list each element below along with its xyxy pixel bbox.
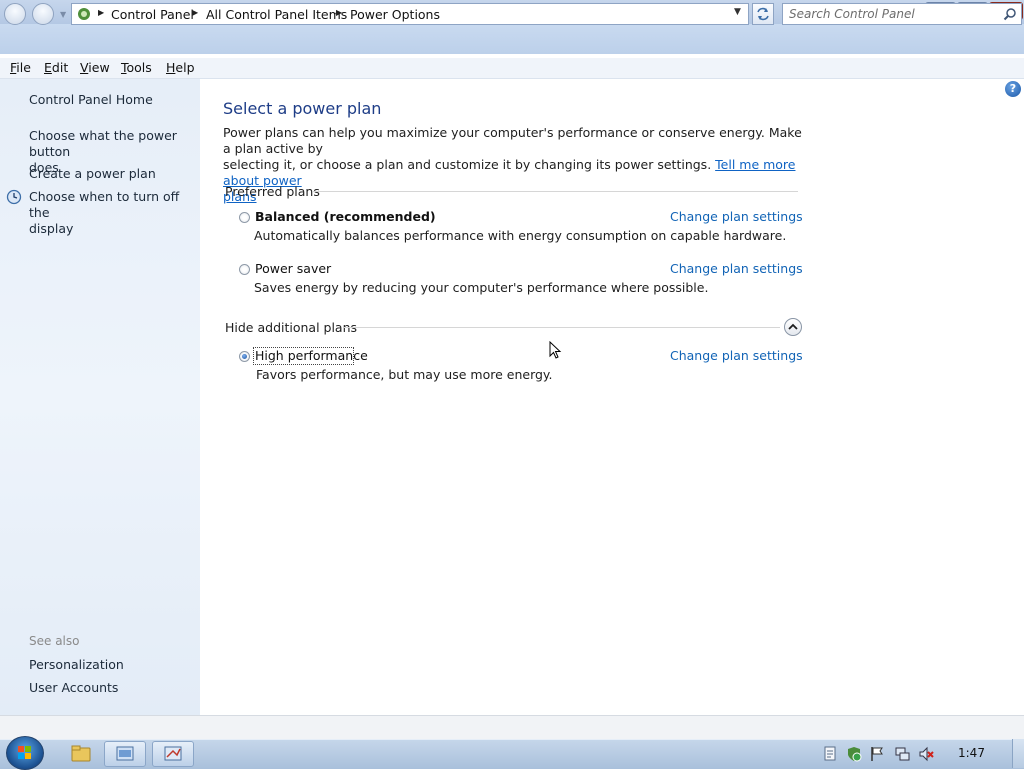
start-button[interactable] <box>6 736 44 770</box>
high-performance-radio[interactable] <box>239 351 250 362</box>
control-panel-icon <box>78 8 90 20</box>
security-shield-icon[interactable] <box>846 746 862 762</box>
personalization-link[interactable]: Personalization <box>29 657 124 673</box>
taskbar-control-panel-button[interactable] <box>104 741 146 767</box>
preferred-plans-heading: Preferred plans <box>225 184 320 199</box>
breadcrumb-separator-icon[interactable]: ▶ <box>336 8 342 17</box>
menu-help-label: elp <box>175 60 195 75</box>
balanced-plan-name[interactable]: Balanced (recommended) <box>255 209 436 224</box>
volume-muted-icon[interactable] <box>918 746 934 762</box>
breadcrumb-power-options[interactable]: Power Options <box>350 7 440 22</box>
chevron-up-icon <box>788 323 798 330</box>
collapse-button[interactable] <box>784 318 802 336</box>
menu-view-label: iew <box>88 60 110 75</box>
help-icon[interactable]: ? <box>1005 81 1021 97</box>
breadcrumb-separator-icon[interactable]: ▶ <box>98 8 104 17</box>
action-center-note-icon[interactable] <box>822 746 838 762</box>
link-line-1: Choose what the power button <box>29 128 177 159</box>
search-input[interactable] <box>789 6 989 22</box>
control-panel-home-link[interactable]: Control Panel Home <box>29 92 153 108</box>
power-saver-plan-name[interactable]: Power saver <box>255 261 331 276</box>
see-also-heading: See also <box>29 634 80 648</box>
breadcrumb-control-panel[interactable]: Control Panel <box>111 7 194 22</box>
menu-bar <box>0 58 1024 79</box>
menu-file-label: ile <box>16 60 31 75</box>
group-divider <box>313 191 798 192</box>
group-divider <box>344 327 780 328</box>
high-performance-plan-name[interactable]: High performance <box>255 348 368 363</box>
link-line-2: display <box>29 221 74 236</box>
menu-file[interactable]: File <box>10 60 31 75</box>
address-history-dropdown[interactable]: ▼ <box>734 7 746 17</box>
page-title: Select a power plan <box>223 99 382 118</box>
hide-additional-plans-heading[interactable]: Hide additional plans <box>225 320 357 335</box>
control-panel-window-icon <box>116 746 134 761</box>
refresh-icon <box>757 7 769 21</box>
mouse-cursor-icon <box>549 341 562 359</box>
breadcrumb-separator-icon[interactable]: ▶ <box>192 8 198 17</box>
power-saver-plan-description: Saves energy by reducing your computer's… <box>254 280 709 295</box>
status-bar <box>0 715 1024 740</box>
high-performance-change-settings-link[interactable]: Change plan settings <box>670 348 803 363</box>
system-clock[interactable]: 1:47 <box>958 746 985 760</box>
forward-button[interactable] <box>32 3 54 25</box>
balanced-radio[interactable] <box>239 212 250 223</box>
search-icon[interactable] <box>1003 7 1017 21</box>
clock-icon <box>6 189 22 205</box>
menu-edit-label: dit <box>51 60 69 75</box>
create-power-plan-link[interactable]: Create a power plan <box>29 166 156 182</box>
back-button[interactable] <box>4 3 26 25</box>
navigation-bar <box>0 24 1024 54</box>
show-desktop-button[interactable] <box>1012 739 1024 768</box>
breadcrumb-all-items[interactable]: All Control Panel Items <box>206 7 347 22</box>
balanced-change-settings-link[interactable]: Change plan settings <box>670 209 803 224</box>
app-window-icon <box>164 746 182 761</box>
menu-edit[interactable]: Edit <box>44 60 68 75</box>
high-performance-plan-description: Favors performance, but may use more ene… <box>256 367 553 382</box>
menu-tools[interactable]: Tools <box>121 60 152 75</box>
menu-help[interactable]: Help <box>166 60 195 75</box>
balanced-plan-description: Automatically balances performance with … <box>254 228 787 243</box>
power-saver-change-settings-link[interactable]: Change plan settings <box>670 261 803 276</box>
recent-pages-dropdown[interactable]: ▼ <box>60 10 70 20</box>
taskbar-app-button[interactable] <box>152 741 194 767</box>
search-box[interactable] <box>782 3 1022 25</box>
intro-line-2-text: selecting it, or choose a plan and custo… <box>223 157 716 172</box>
taskbar-explorer-button[interactable] <box>60 741 102 767</box>
power-saver-radio[interactable] <box>239 264 250 275</box>
user-accounts-link[interactable]: User Accounts <box>29 680 118 696</box>
action-center-flag-icon[interactable] <box>869 746 885 762</box>
menu-help-accelerator: H <box>166 60 176 75</box>
menu-edit-accelerator: E <box>44 60 52 75</box>
menu-view[interactable]: View <box>80 60 110 75</box>
windows-logo-icon <box>18 746 31 759</box>
address-bar[interactable]: ▶ Control Panel ▶ All Control Panel Item… <box>71 3 749 25</box>
refresh-button[interactable] <box>752 3 774 25</box>
network-icon[interactable] <box>894 746 910 762</box>
intro-line-1: Power plans can help you maximize your c… <box>223 125 802 156</box>
folder-icon <box>71 745 91 762</box>
link-line-1: Choose when to turn off the <box>29 189 180 220</box>
menu-tools-label: ools <box>126 60 152 75</box>
choose-display-off-link[interactable]: Choose when to turn off the display <box>29 189 199 237</box>
